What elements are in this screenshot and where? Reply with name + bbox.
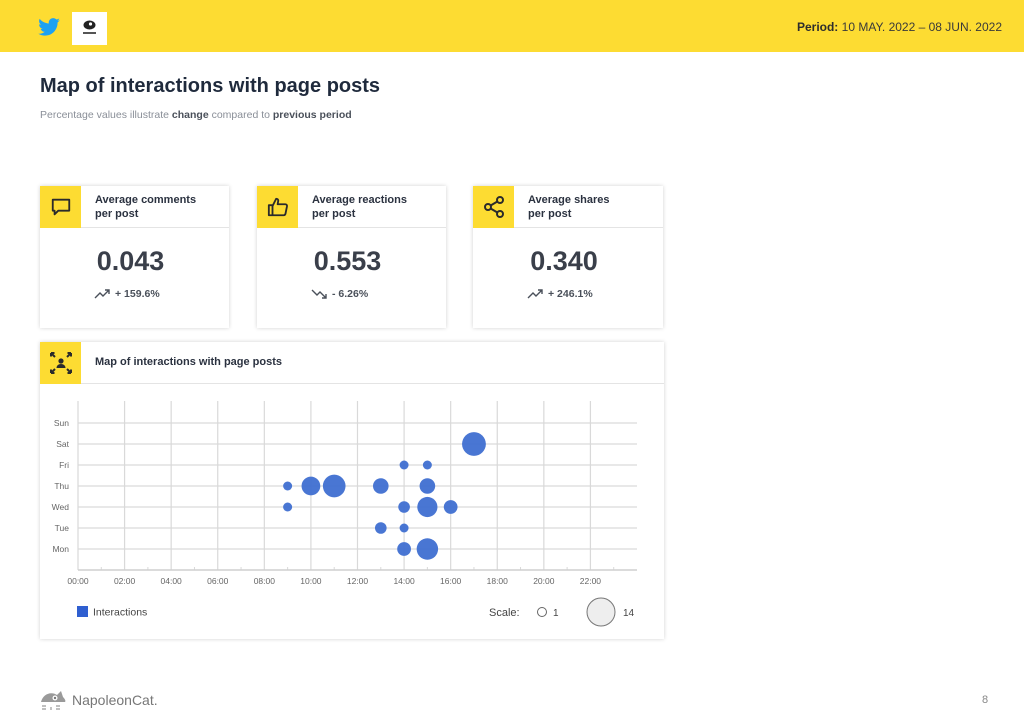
y-tick-label: Fri: [59, 460, 69, 470]
scale-max-circle: [586, 597, 616, 627]
bubble-point: [443, 500, 458, 514]
scale-min-circle: [537, 607, 547, 617]
subtitle-text: Percentage values illustrate: [40, 109, 172, 121]
period-label: Period:: [796, 20, 839, 34]
scale-label: Scale:: [489, 607, 520, 619]
bubble-point: [374, 522, 387, 534]
card-header: Average shares per post: [473, 186, 663, 228]
bubble-point: [283, 502, 293, 512]
bubble-point: [301, 476, 321, 496]
y-tick-label: Wed: [52, 502, 70, 512]
trend-up-icon: [94, 289, 110, 299]
legend-swatch: [77, 606, 88, 617]
bubble-chart: 00:00 02:00 04:00 06:00 08:00 10:00 12:00 14:00…: [52, 401, 637, 627]
x-tick-label: 14:00: [393, 576, 415, 586]
x-tick-label: 10:00: [300, 576, 322, 586]
x-tick-label: 02:00: [114, 576, 136, 586]
y-tick-label: Thu: [54, 481, 69, 491]
bubble-point: [397, 542, 411, 556]
x-tick-label: 18:00: [487, 576, 509, 586]
card-header: Average comments per post: [40, 186, 229, 228]
card-title: Average reactions per post: [312, 194, 407, 220]
x-tick-label: 00:00: [67, 576, 89, 586]
card-title: Average shares per post: [528, 194, 610, 220]
subtitle-text: compared to: [208, 109, 273, 121]
y-tick-label: Mon: [52, 544, 69, 554]
period-range: Period: 10 MAY. 2022 – 08 JUN. 2022: [797, 20, 1002, 34]
scale-max-label: 14: [623, 608, 635, 619]
card-header: Average reactions per post: [257, 186, 446, 228]
x-tick-label: 06:00: [207, 576, 229, 586]
bubble-point: [322, 474, 346, 498]
period-value: 10 MAY. 2022 – 08 JUN. 2022: [841, 20, 1002, 34]
metric-card-shares: Average shares per post 0.340 + 246.1%: [473, 186, 663, 328]
trend-up-icon: [527, 289, 543, 299]
metric-change: + 159.6%: [94, 288, 160, 300]
metric-card-reactions: Average reactions per post 0.553 - 6.26%: [257, 186, 446, 328]
profile-logo: [72, 12, 107, 45]
bubble-point: [422, 460, 432, 470]
page-title: Map of interactions with page posts: [40, 75, 381, 97]
bubble-point: [283, 481, 293, 491]
y-tick-label: Sat: [56, 439, 69, 449]
card-title: Average comments per post: [95, 194, 197, 220]
twitter-icon: [38, 18, 60, 36]
trend-down-icon: [311, 289, 327, 299]
x-tick-label: 04:00: [161, 576, 183, 586]
metric-change: - 6.26%: [311, 288, 368, 300]
card-icon-box: [40, 186, 81, 228]
page-subtitle: Percentage values illustrate change comp…: [40, 109, 352, 121]
scale-min-label: 1: [553, 608, 559, 619]
thumbs-up-icon: [267, 197, 288, 217]
metric-value: 0.553: [313, 246, 382, 276]
metric-value: 0.043: [96, 246, 165, 276]
card-icon-box: [473, 186, 514, 228]
x-tick-label: 12:00: [347, 576, 369, 586]
x-tick-label: 22:00: [580, 576, 602, 586]
footer-brand: NapoleonCat.: [38, 688, 158, 712]
bubble-point: [462, 432, 486, 456]
subtitle-emphasis: change: [171, 109, 209, 121]
card-icon-box: [257, 186, 298, 228]
comment-icon: [51, 198, 70, 216]
legend-label: Interactions: [93, 607, 147, 619]
metric-value: 0.340: [530, 246, 598, 276]
y-tick-label: Tue: [55, 523, 70, 533]
bubble-point: [398, 501, 410, 513]
interaction-map-card: Map of interactions with page posts 00:0…: [40, 342, 664, 639]
bubble-point: [399, 523, 409, 533]
top-bar: Period: 10 MAY. 2022 – 08 JUN. 2022: [0, 0, 1024, 52]
page-number: 8: [982, 694, 989, 706]
bubble-point: [399, 460, 409, 470]
subtitle-emphasis: previous period: [272, 109, 352, 121]
metric-change: + 246.1%: [527, 288, 593, 300]
metric-card-comments: Average comments per post 0.043 + 159.6%: [40, 186, 229, 328]
x-tick-label: 16:00: [440, 576, 462, 586]
bubble-point: [417, 496, 438, 518]
bubble-point: [419, 478, 436, 494]
bubble-point: [372, 478, 389, 494]
bubble-point: [416, 538, 439, 560]
footer-brand-name: NapoleonCat.: [72, 692, 158, 708]
x-tick-label: 08:00: [254, 576, 276, 586]
napoleoncat-logo-icon: [41, 691, 66, 710]
share-icon: [483, 196, 504, 218]
x-tick-label: 20:00: [533, 576, 555, 586]
y-tick-label: Sun: [54, 418, 69, 428]
